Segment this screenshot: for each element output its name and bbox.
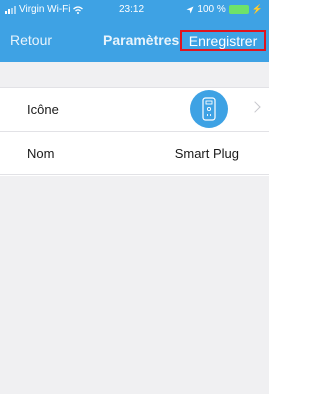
- back-button[interactable]: Retour: [10, 32, 52, 48]
- empty-background: [0, 176, 269, 394]
- name-row-label: Nom: [27, 146, 55, 161]
- section-spacer: [0, 62, 269, 87]
- name-value[interactable]: Smart Plug: [175, 146, 239, 161]
- status-time: 23:12: [119, 4, 145, 15]
- charging-icon: ⚡: [251, 4, 263, 14]
- chevron-right-icon: [249, 101, 261, 113]
- icon-row[interactable]: Icône: [0, 87, 269, 131]
- name-row[interactable]: Nom Smart Plug: [0, 131, 269, 175]
- location-icon: [186, 6, 194, 13]
- battery-icon: [228, 5, 249, 14]
- page-title: Paramètres: [103, 32, 180, 48]
- battery-percent: 100 %: [197, 4, 226, 15]
- status-right: 100 % ⚡: [186, 4, 263, 15]
- carrier-label: Virgin Wi-Fi: [19, 4, 71, 15]
- status-bar: Virgin Wi-Fi 23:12 100 % ⚡: [0, 0, 269, 20]
- nav-bar: Retour Paramètres Enregistrer: [0, 20, 269, 62]
- smart-plug-icon[interactable]: [190, 90, 228, 128]
- signal-icon: [5, 5, 16, 14]
- icon-row-label: Icône: [27, 102, 59, 117]
- wifi-icon: [73, 5, 84, 14]
- status-left: Virgin Wi-Fi: [5, 4, 84, 15]
- save-button[interactable]: Enregistrer: [180, 30, 266, 51]
